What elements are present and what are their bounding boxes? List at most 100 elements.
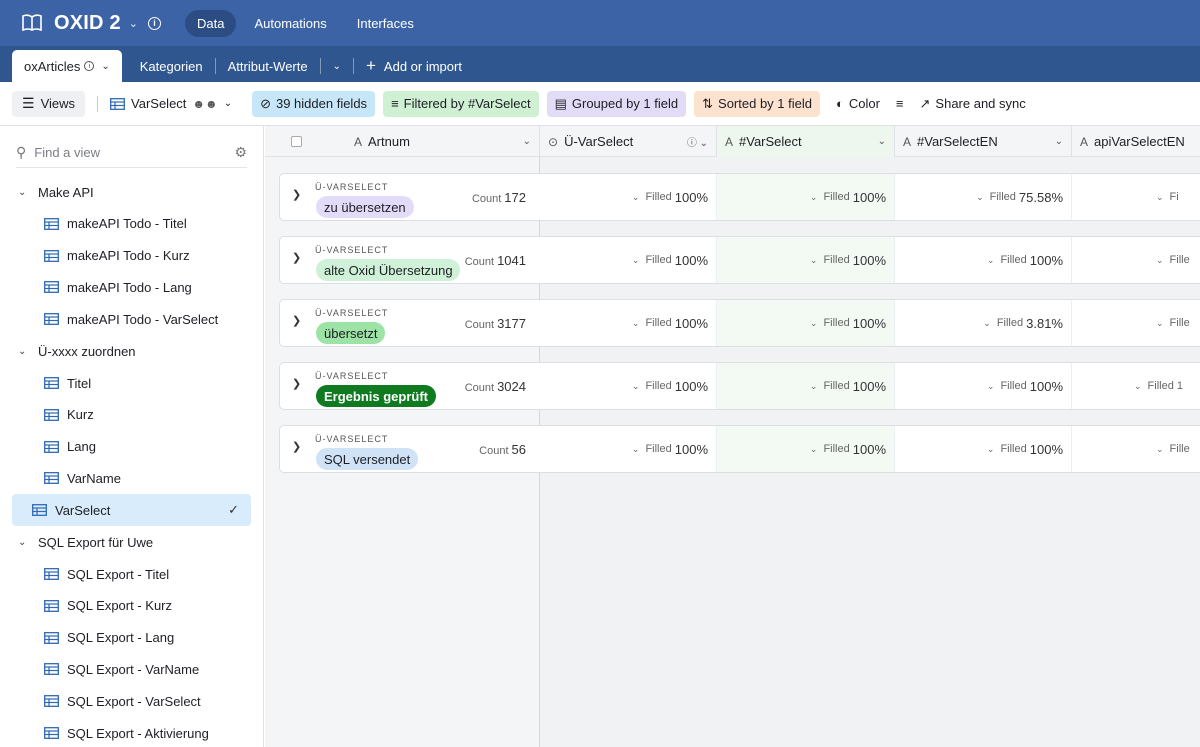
- info-chevron-icon[interactable]: ⓘ ⌄: [687, 134, 708, 149]
- group-header[interactable]: ❯ Ü-VARSELECT Ergebnis geprüft Count 3024: [279, 362, 540, 410]
- column-header-apivarselecten[interactable]: A apiVarSelectEN: [1072, 126, 1200, 157]
- book-icon[interactable]: [20, 13, 44, 33]
- summary-cell[interactable]: ⌄ Filled 100%: [895, 363, 1072, 409]
- summary-cell[interactable]: ⌄ Filled 100%: [717, 426, 895, 472]
- base-name[interactable]: OXID 2: [54, 12, 121, 35]
- add-or-import-button[interactable]: + Add or import: [354, 50, 474, 82]
- chevron-right-icon[interactable]: ❯: [292, 440, 301, 453]
- filter-button[interactable]: ≡ Filtered by #VarSelect: [383, 90, 539, 117]
- chevron-right-icon[interactable]: ❯: [292, 314, 301, 327]
- chevron-down-icon[interactable]: ⌄: [129, 17, 138, 30]
- color-button[interactable]: ◐ Color: [836, 96, 880, 111]
- share-label: Share and sync: [935, 96, 1026, 111]
- chevron-right-icon[interactable]: ❯: [292, 251, 301, 264]
- sidebar-item-view[interactable]: SQL Export - Kurz: [12, 590, 251, 622]
- chevron-down-icon: ⌄: [976, 191, 984, 202]
- group-header[interactable]: ❯ Ü-VARSELECT zu übersetzen Count 172: [279, 173, 540, 221]
- find-view-field[interactable]: ⚲ Find a view ⚙: [16, 138, 247, 168]
- views-button[interactable]: ☰ Views: [12, 90, 86, 117]
- sidebar-item-view[interactable]: makeAPI Todo - VarSelect: [12, 303, 251, 335]
- nav-interfaces[interactable]: Interfaces: [345, 10, 426, 37]
- row-height-button[interactable]: ≡: [896, 96, 904, 111]
- group-header[interactable]: ❯ Ü-VARSELECT alte Oxid Übersetzung Coun…: [279, 236, 540, 284]
- sidebar-item-view[interactable]: SQL Export - Lang: [12, 622, 251, 654]
- summary-cell[interactable]: ⌄ Filled 100%: [540, 237, 717, 283]
- summary-cell[interactable]: ⌄ Filled 100%: [717, 174, 895, 220]
- summary-cell[interactable]: ⌄ Filled 100%: [540, 300, 717, 346]
- sidebar-item-view[interactable]: SQL Export - Aktivierung: [12, 717, 251, 747]
- group-button[interactable]: ▤ Grouped by 1 field: [546, 90, 687, 117]
- section-ue-zuordnen[interactable]: ⌄ Ü-xxxx zuordnen: [0, 335, 263, 367]
- tab-kategorien[interactable]: Kategorien: [128, 50, 215, 82]
- group-header[interactable]: ❯ Ü-VARSELECT SQL versendet Count 56: [279, 425, 540, 473]
- summary-cell[interactable]: ⌄ Filled 100%: [717, 363, 895, 409]
- group-value-pill: übersetzt: [316, 322, 386, 344]
- sidebar-item-view[interactable]: makeAPI Todo - Kurz: [12, 240, 251, 272]
- summary-cell[interactable]: ⌄ Filled 3.81%: [895, 300, 1072, 346]
- grid-view: A Artnum ⌄ ⊙ Ü-VarSelect ⓘ ⌄ A #VarSelec…: [265, 126, 1200, 747]
- summary-cell[interactable]: ⌄ Filled 100%: [540, 363, 717, 409]
- chevron-down-icon: ⌄: [18, 345, 27, 357]
- sidebar-item-view[interactable]: SQL Export - VarName: [12, 654, 251, 686]
- current-view-button[interactable]: VarSelect ☻☻ ⌄: [110, 96, 232, 111]
- grid-view-icon: [44, 727, 59, 739]
- summary-cell-cut[interactable]: ⌄ Fille: [1072, 300, 1190, 346]
- group-row[interactable]: ❯ Ü-VARSELECT SQL versendet Count 56 ⌄ Fil…: [279, 425, 1200, 473]
- tab-oxarticles[interactable]: oxArticles i ⌄: [12, 50, 122, 82]
- info-icon[interactable]: i: [148, 16, 161, 30]
- summary-cell[interactable]: ⌄ Filled 100%: [717, 237, 895, 283]
- tab-attribut-werte[interactable]: Attribut-Werte: [216, 50, 320, 82]
- group-header[interactable]: ❯ Ü-VARSELECT übersetzt Count 3177: [279, 299, 540, 347]
- sort-button[interactable]: ⇅ Sorted by 1 field: [694, 90, 820, 117]
- cut-text: Fille: [1169, 317, 1190, 329]
- column-header-varselecten[interactable]: A #VarSelectEN ⌄: [895, 126, 1072, 157]
- chevron-right-icon[interactable]: ❯: [292, 377, 301, 390]
- hidden-fields-button[interactable]: ⊘ 39 hidden fields: [252, 90, 376, 117]
- nav-data[interactable]: Data: [185, 9, 237, 37]
- nav-automations[interactable]: Automations: [242, 10, 338, 37]
- section-sql-export[interactable]: ⌄ SQL Export für Uwe: [0, 526, 263, 558]
- summary-cell[interactable]: ⌄ Filled 100%: [895, 426, 1072, 472]
- column-header-artnum[interactable]: A Artnum ⌄: [265, 126, 540, 157]
- column-header-varselect[interactable]: A #VarSelect ⌄: [717, 126, 895, 157]
- summary-cell[interactable]: ⌄ Filled 75.58%: [895, 174, 1072, 220]
- summary-cell-cut[interactable]: ⌄ Fi: [1072, 174, 1186, 220]
- sidebar-item-view[interactable]: Lang: [12, 431, 251, 463]
- chevron-down-icon: ⌄: [631, 380, 640, 391]
- sidebar-item-view[interactable]: VarName: [12, 463, 251, 495]
- sidebar-item-view[interactable]: Kurz: [12, 399, 251, 431]
- summary-cell[interactable]: ⌄ Filled 100%: [540, 174, 717, 220]
- chevron-down-icon[interactable]: ⌄: [1055, 136, 1063, 147]
- gear-icon[interactable]: ⚙: [234, 144, 247, 161]
- select-all-checkbox[interactable]: [291, 136, 302, 147]
- more-tabs-button[interactable]: ⌄: [321, 50, 353, 82]
- group-row[interactable]: ❯ Ü-VARSELECT alte Oxid Übersetzung Coun…: [279, 236, 1200, 284]
- filled-label: Filled: [823, 443, 850, 455]
- group-row[interactable]: ❯ Ü-VARSELECT übersetzt Count 3177 ⌄ Fille…: [279, 299, 1200, 347]
- group-row[interactable]: ❯ Ü-VARSELECT Ergebnis geprüft Count 3024…: [279, 362, 1200, 410]
- info-icon[interactable]: i: [84, 61, 95, 71]
- summary-cell[interactable]: ⌄ Filled 100%: [540, 426, 717, 472]
- sidebar-item-view[interactable]: makeAPI Todo - Titel: [12, 208, 251, 240]
- summary-cell[interactable]: ⌄ Filled 100%: [895, 237, 1072, 283]
- section-make-api[interactable]: ⌄ Make API: [0, 176, 263, 208]
- sidebar-item-view[interactable]: SQL Export - Titel: [12, 558, 251, 590]
- chevron-right-icon[interactable]: ❯: [292, 188, 301, 201]
- sidebar-item-view[interactable]: Titel: [12, 367, 251, 399]
- chevron-down-icon[interactable]: ⌄: [523, 136, 531, 147]
- sidebar-item-view[interactable]: makeAPI Todo - Lang: [12, 272, 251, 304]
- column-header-ue-varselect[interactable]: ⊙ Ü-VarSelect ⓘ ⌄: [540, 126, 717, 157]
- summary-cell-cut[interactable]: ⌄ Filled 1: [1072, 363, 1186, 409]
- chevron-down-icon[interactable]: ⌄: [101, 61, 109, 72]
- chevron-down-icon[interactable]: ⌄: [878, 136, 886, 147]
- group-row[interactable]: ❯ Ü-VARSELECT zu übersetzen Count 172 ⌄ Fi…: [279, 173, 1200, 221]
- share-sync-button[interactable]: ↗ Share and sync: [920, 96, 1026, 112]
- summary-cell[interactable]: ⌄ Filled 100%: [717, 300, 895, 346]
- view-label: Titel: [67, 375, 92, 391]
- group-count: Count 172: [472, 190, 526, 205]
- summary-cell-cut[interactable]: ⌄ Fille: [1072, 237, 1190, 283]
- sidebar-item-view[interactable]: SQL Export - VarSelect: [12, 685, 251, 717]
- find-view-input[interactable]: Find a view: [34, 145, 234, 160]
- sidebar-item-varselect-selected[interactable]: VarSelect ✓: [12, 494, 251, 527]
- summary-cell-cut[interactable]: ⌄ Fille: [1072, 426, 1190, 472]
